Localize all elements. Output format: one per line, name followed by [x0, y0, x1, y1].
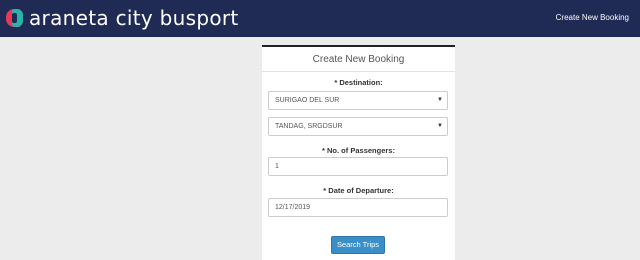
- araneta-logo-icon: [6, 8, 23, 28]
- search-trips-button[interactable]: Search Trips: [331, 236, 385, 254]
- brand[interactable]: araneta city busport: [6, 4, 239, 32]
- brand-name: araneta city busport: [29, 6, 239, 30]
- passengers-label: * No. of Passengers:: [322, 146, 395, 155]
- caret-down-icon: ▼: [437, 123, 443, 129]
- departure-date-input[interactable]: 12/17/2019: [268, 198, 448, 217]
- create-new-booking-link[interactable]: Create New Booking: [556, 13, 629, 22]
- destination-select[interactable]: SURIGAO DEL SUR ▼: [268, 91, 448, 110]
- destination-label: * Destination:: [334, 78, 383, 87]
- terminal-select-value: TANDAG, SRGDSUR: [275, 123, 343, 130]
- passengers-input-value: 1: [275, 163, 279, 170]
- destination-select-value: SURIGAO DEL SUR: [275, 97, 340, 104]
- card-divider: [262, 71, 455, 72]
- booking-card: Create New Booking * Destination: SURIGA…: [262, 45, 455, 260]
- departure-date-value: 12/17/2019: [275, 204, 311, 211]
- date-label: * Date of Departure:: [323, 186, 394, 195]
- caret-down-icon: ▼: [437, 97, 443, 103]
- passengers-input[interactable]: 1: [268, 157, 448, 176]
- top-navbar: araneta city busport Create New Booking: [0, 0, 640, 37]
- terminal-select[interactable]: TANDAG, SRGDSUR ▼: [268, 117, 448, 136]
- card-title: Create New Booking: [312, 54, 405, 65]
